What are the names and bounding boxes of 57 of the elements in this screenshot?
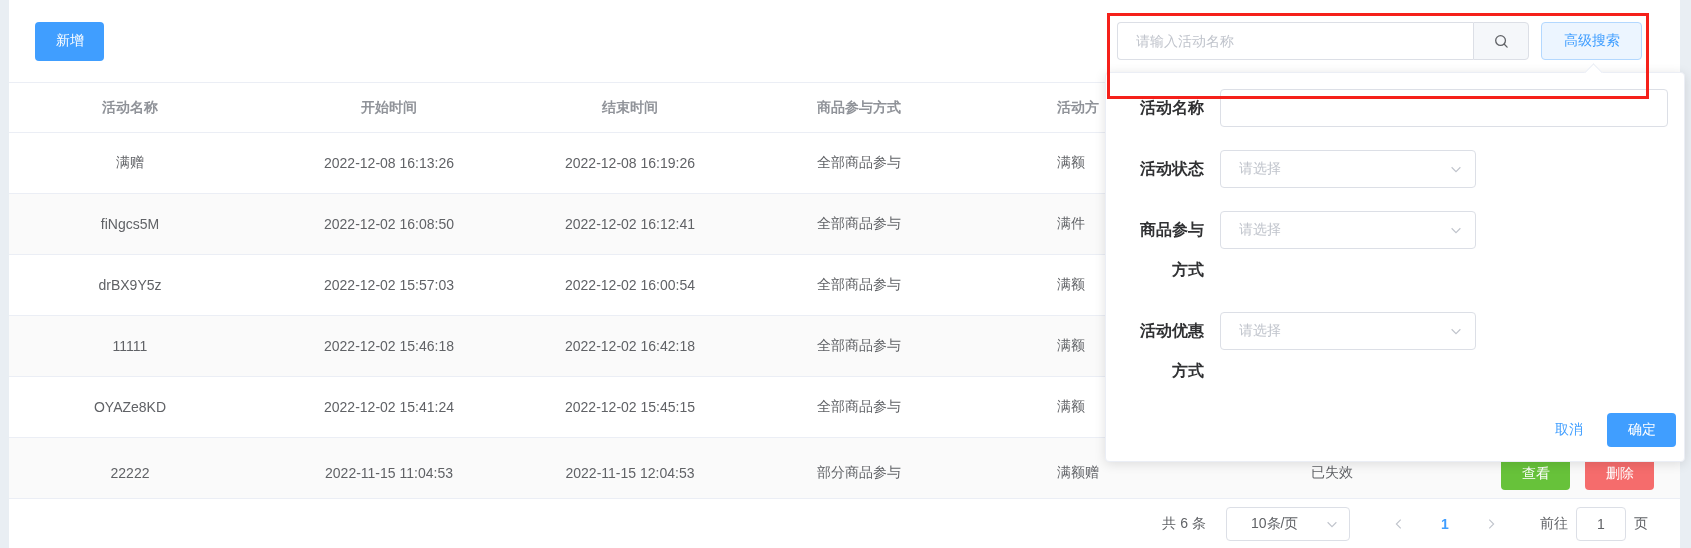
table-cell: 满额赠: [1057, 464, 1099, 480]
table-cell-text: 22222: [109, 465, 151, 481]
total-count: 共 6 条: [1162, 515, 1206, 533]
page-size-select[interactable]: 10条/页: [1226, 507, 1350, 541]
field-label: 活动名称: [1139, 98, 1204, 118]
table-cell: 满额: [1057, 398, 1085, 414]
table-cell-text: 全部商品参与: [816, 154, 902, 172]
column-header: 结束时间: [601, 98, 659, 117]
input-field[interactable]: [1220, 89, 1668, 127]
table-cell-text: 满赠: [115, 154, 145, 172]
table-cell-text: 2022-12-08 16:13:26: [323, 155, 455, 171]
column-header: 活动方: [1057, 98, 1099, 115]
table-cell-text: drBX9Y5z: [97, 277, 163, 293]
table-cell-text: 2022-12-02 15:57:03: [323, 277, 455, 293]
table-cell-text: 2022-12-08 16:19:26: [564, 155, 696, 171]
advanced-search-button[interactable]: 高级搜索: [1541, 22, 1642, 60]
table-cell-text: 部分商品参与: [816, 464, 902, 482]
confirm-button[interactable]: 确定: [1607, 413, 1676, 447]
table-cell: 满额: [1057, 337, 1085, 353]
search-button[interactable]: [1473, 22, 1529, 60]
status-cell-text: 已失效: [1310, 464, 1354, 482]
table-cell-text: 全部商品参与: [816, 398, 902, 416]
table-cell-text: 全部商品参与: [816, 276, 902, 294]
column-header: 活动名称: [101, 98, 159, 117]
search-field[interactable]: 请输入活动名称: [1117, 22, 1473, 60]
table-cell-text: 2022-12-02 15:41:24: [323, 399, 455, 415]
page-input[interactable]: 1: [1576, 507, 1626, 541]
table-cell-text: 全部商品参与: [816, 215, 902, 233]
search-icon: [1493, 33, 1509, 49]
column-header: 开始时间: [360, 98, 418, 117]
column-header: 商品参与方式: [816, 98, 902, 117]
cancel-button[interactable]: 取消: [1549, 420, 1589, 440]
add-button[interactable]: 新增: [35, 21, 104, 61]
table-cell: 满额: [1057, 276, 1085, 292]
field-label: 活动优惠方式: [1139, 321, 1204, 381]
table-cell-text: 2022-12-02 16:08:50: [323, 216, 455, 232]
table-cell-text: 全部商品参与: [816, 337, 902, 355]
goto-label: 前往: [1540, 515, 1568, 533]
select-field[interactable]: 请选择: [1220, 312, 1476, 350]
table-cell-text: 2022-12-02 16:12:41: [564, 216, 696, 232]
table-cell-text: fiNgcs5M: [99, 216, 161, 232]
page-suffix: 页: [1634, 515, 1648, 533]
select-field[interactable]: 请选择: [1220, 211, 1476, 249]
select-field[interactable]: 请选择: [1220, 150, 1476, 188]
table-cell-text: 2022-12-02 16:42:18: [564, 338, 696, 354]
field-label: 商品参与方式: [1139, 220, 1204, 280]
page-number[interactable]: 1: [1422, 516, 1468, 532]
table-cell-text: 11111: [111, 338, 149, 354]
table-cell-text: 2022-11-15 11:04:53: [324, 465, 454, 481]
table-cell: 满件: [1057, 215, 1085, 231]
table-cell-text: 2022-11-15 12:04:53: [564, 465, 696, 481]
table-cell-text: 2022-12-02 15:46:18: [323, 338, 455, 354]
table-cell-text: 2022-12-02 16:00:54: [564, 277, 696, 293]
table-cell-text: 2022-12-02 15:45:15: [564, 399, 696, 415]
table-cell-text: OYAZe8KD: [92, 399, 168, 415]
field-label: 活动状态: [1139, 159, 1204, 179]
table-cell: 满额: [1057, 154, 1085, 170]
